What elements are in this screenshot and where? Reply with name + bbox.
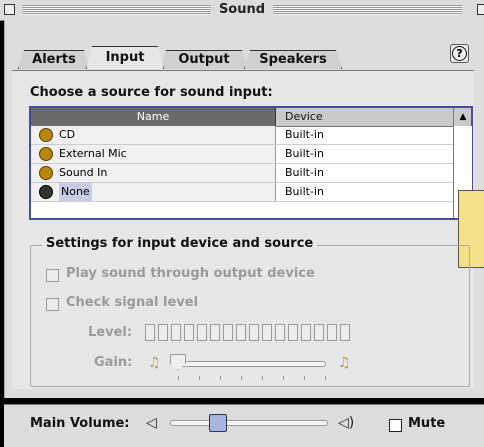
level-meter-segment	[171, 324, 181, 341]
volume-slider-track[interactable]	[170, 420, 328, 426]
tab-output[interactable]: Output	[160, 50, 248, 69]
tab-alerts[interactable]: Alerts	[18, 50, 90, 69]
level-meter-segment	[145, 324, 155, 341]
source-heading: Choose a source for sound input:	[30, 85, 273, 100]
check-signal-level-checkbox[interactable]	[46, 298, 59, 311]
microphone-icon	[39, 128, 53, 142]
column-header-name[interactable]: Name	[31, 108, 276, 126]
level-meter-segment	[340, 324, 350, 341]
mute-label: Mute	[408, 416, 446, 431]
zoom-box-icon[interactable]	[477, 4, 484, 15]
window-title: Sound	[210, 2, 274, 17]
volume-slider-thumb[interactable]	[209, 414, 228, 432]
gain-low-microphone-icon: ♫	[148, 355, 161, 371]
microphone-icon	[39, 147, 53, 161]
play-through-checkbox[interactable]	[46, 269, 59, 282]
microphone-icon	[39, 166, 53, 180]
sound-window: Sound Alerts Input Output Speakers ? Cho…	[0, 0, 484, 447]
source-device: Built-in	[285, 185, 324, 198]
table-row[interactable]: Sound In Built-in	[31, 164, 453, 183]
source-device: Built-in	[285, 166, 324, 179]
source-name: Sound In	[59, 166, 108, 179]
check-signal-level-label: Check signal level	[66, 295, 199, 310]
source-name: External Mic	[59, 147, 127, 160]
level-meter-segment	[301, 324, 311, 341]
level-label: Level:	[88, 325, 133, 340]
level-meter-segment	[184, 324, 194, 341]
level-meter-segment	[262, 324, 272, 341]
source-device: Built-in	[285, 128, 324, 141]
column-header-device[interactable]: Device	[277, 108, 449, 126]
close-box-icon[interactable]	[4, 4, 15, 15]
source-table: Name Device ▲ CD Built-in External Mic B…	[29, 106, 473, 220]
level-meter-segment	[288, 324, 298, 341]
level-meter-segment	[236, 324, 246, 341]
main-volume-label: Main Volume:	[30, 416, 130, 431]
question-mark-icon: ?	[452, 46, 467, 61]
source-device: Built-in	[285, 147, 324, 160]
gain-label: Gain:	[94, 355, 133, 370]
gain-high-microphone-icon: ♫	[338, 355, 351, 371]
table-row[interactable]: External Mic Built-in	[31, 145, 453, 164]
level-meter-segment	[314, 324, 324, 341]
help-button[interactable]: ?	[450, 44, 469, 63]
mute-checkbox[interactable]	[389, 419, 402, 432]
tab-input[interactable]: Input	[86, 46, 164, 69]
microphone-off-icon	[39, 185, 53, 199]
source-name: CD	[59, 128, 76, 141]
play-through-label: Play sound through output device	[66, 266, 315, 281]
source-name: None	[59, 183, 92, 201]
tab-speakers[interactable]: Speakers	[244, 50, 342, 69]
table-row-selected[interactable]: None Built-in	[31, 183, 453, 202]
gain-slider-track[interactable]	[174, 361, 326, 367]
settings-group-label: Settings for input device and source	[42, 236, 318, 251]
title-bar[interactable]: Sound	[0, 0, 484, 21]
sort-direction-icon[interactable]: ▲	[453, 108, 472, 126]
speaker-loud-icon: ◁)	[338, 415, 355, 431]
level-meter-segment	[223, 324, 233, 341]
speaker-quiet-icon: ◁	[146, 415, 157, 431]
level-meter-segment	[327, 324, 337, 341]
gain-slider-ticks	[178, 376, 328, 380]
table-row[interactable]: CD Built-in	[31, 126, 453, 145]
level-meter-segment	[275, 324, 285, 341]
level-meter-segment	[158, 324, 168, 341]
table-header: Name Device ▲	[31, 108, 471, 127]
level-meter-segment	[249, 324, 259, 341]
level-meter-segment	[197, 324, 207, 341]
level-meter-segment	[210, 324, 220, 341]
